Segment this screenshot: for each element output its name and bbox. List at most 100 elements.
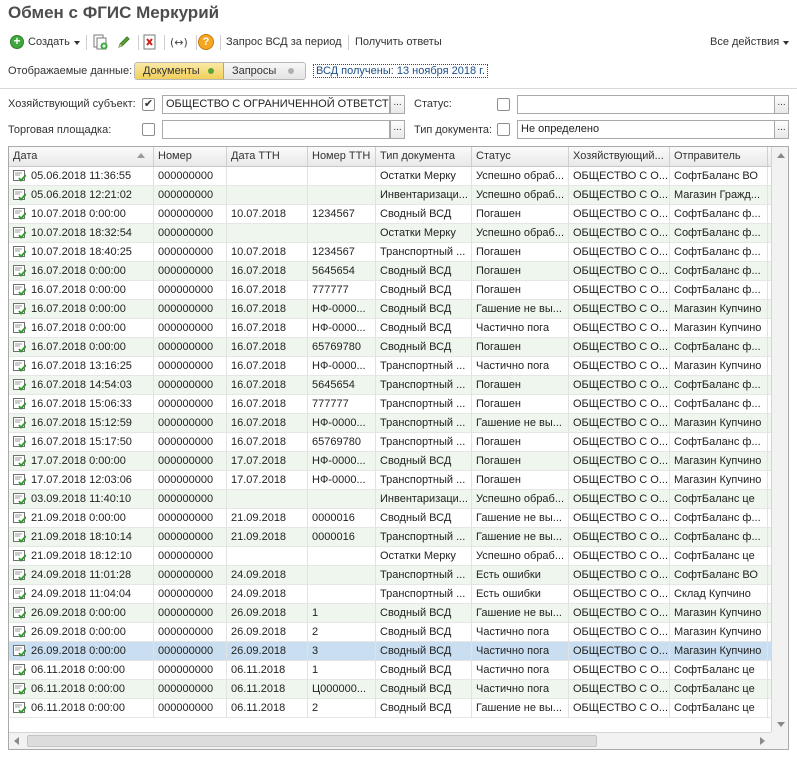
table-row[interactable]: 10.07.2018 18:32:54 000000000 Остатки Мерк… <box>9 224 788 243</box>
status-select-button[interactable]: ... <box>774 95 789 114</box>
status-checkbox[interactable] <box>497 98 510 111</box>
table-row[interactable]: 05.06.2018 11:36:55 000000000 Остатки Мерк… <box>9 167 788 186</box>
header-col-status[interactable]: Статус <box>472 147 569 167</box>
header-col-ttn-date[interactable]: Дата ТТН <box>227 147 308 167</box>
cell-status: Гашение не вы... <box>472 509 569 528</box>
cell-ttn-date <box>227 490 308 509</box>
place-select-button[interactable]: ... <box>390 120 405 139</box>
cell-doc-type: Сводный ВСД <box>376 338 472 357</box>
cell-ttn-number <box>308 566 376 585</box>
doc-type-field[interactable]: Не определено <box>517 120 775 139</box>
header-col-date[interactable]: Дата <box>9 147 154 167</box>
table-row[interactable]: 26.09.2018 0:00:00 000000000 26.09.2018 1 Св… <box>9 604 788 623</box>
cell-doc-type: Инвентаризаци... <box>376 490 472 509</box>
table-row[interactable]: 16.07.2018 15:17:50 000000000 16.07.2018 65… <box>9 433 788 452</box>
swap-button[interactable]: (↔) <box>169 32 187 52</box>
table-row[interactable]: 10.07.2018 0:00:00 000000000 10.07.2018 123… <box>9 205 788 224</box>
cell-subject: ОБЩЕСТВО С О... <box>569 186 670 205</box>
scroll-down-icon[interactable] <box>777 722 785 727</box>
table-row[interactable]: 16.07.2018 15:12:59 000000000 16.07.2018 НФ… <box>9 414 788 433</box>
table-row[interactable]: 16.07.2018 0:00:00 000000000 16.07.2018 НФ-… <box>9 319 788 338</box>
cell-ttn-number: 1234567 <box>308 243 376 262</box>
tab-documents[interactable]: Документы <box>135 63 224 79</box>
cell-ttn-number: 65769780 <box>308 433 376 452</box>
place-field[interactable] <box>162 120 390 139</box>
table-row[interactable]: 21.09.2018 18:10:14 000000000 21.09.2018 00… <box>9 528 788 547</box>
table-row[interactable]: 16.07.2018 0:00:00 000000000 16.07.2018 НФ-… <box>9 300 788 319</box>
edit-button[interactable] <box>116 32 132 52</box>
copy-button[interactable] <box>92 32 108 52</box>
cell-status: Частично пога <box>472 642 569 661</box>
tab-requests[interactable]: Запросы <box>223 63 305 79</box>
header-col-sender[interactable]: Отправитель <box>670 147 768 167</box>
header-col-doc-type[interactable]: Тип документа <box>376 147 472 167</box>
subject-select-button[interactable]: ... <box>390 95 405 114</box>
command-bar: + Создать (↔) ? Запрос ВСД за период Пол… <box>8 32 790 52</box>
table-row[interactable]: 16.07.2018 14:54:03 000000000 16.07.2018 56… <box>9 376 788 395</box>
vertical-scrollbar[interactable] <box>771 147 788 733</box>
table-row[interactable]: 16.07.2018 0:00:00 000000000 16.07.2018 657… <box>9 338 788 357</box>
cell-ttn-date: 16.07.2018 <box>227 395 308 414</box>
table-row[interactable]: 17.07.2018 12:03:06 000000000 17.07.2018 НФ… <box>9 471 788 490</box>
header-col-ttn-number[interactable]: Номер ТТН <box>308 147 376 167</box>
status-label: Статус: <box>414 98 452 110</box>
cell-ttn-number: 65769780 <box>308 338 376 357</box>
cell-subject: ОБЩЕСТВО С О... <box>569 376 670 395</box>
doc-type-label: Тип документа: <box>414 124 493 136</box>
table-row[interactable]: 06.11.2018 0:00:00 000000000 06.11.2018 1 Св… <box>9 661 788 680</box>
cell-sender: СофтБаланс ф... <box>670 509 768 528</box>
table-row[interactable]: 16.07.2018 0:00:00 000000000 16.07.2018 777… <box>9 281 788 300</box>
horizontal-scrollbar[interactable] <box>9 732 771 749</box>
place-checkbox[interactable] <box>142 123 155 136</box>
cell-date: 16.07.2018 15:06:33 <box>9 395 154 414</box>
request-vsd-button[interactable]: Запрос ВСД за период <box>226 32 342 52</box>
scroll-thumb[interactable] <box>27 735 597 747</box>
cell-subject: ОБЩЕСТВО С О... <box>569 566 670 585</box>
toolbar-divider <box>196 35 197 50</box>
scroll-right-icon[interactable] <box>760 737 765 745</box>
table-row[interactable]: 24.09.2018 11:04:04 000000000 24.09.2018 Тр… <box>9 585 788 604</box>
table-row[interactable]: 17.07.2018 0:00:00 000000000 17.07.2018 НФ-… <box>9 452 788 471</box>
table-row[interactable]: 21.09.2018 18:12:10 000000000 Остатки Мерк… <box>9 547 788 566</box>
scroll-left-icon[interactable] <box>14 737 19 745</box>
table-row[interactable]: 05.06.2018 12:21:02 000000000 Инвентаризац… <box>9 186 788 205</box>
cell-sender: СофтБаланс ВО <box>670 167 768 186</box>
table-row[interactable]: 16.07.2018 0:00:00 000000000 16.07.2018 564… <box>9 262 788 281</box>
table-row[interactable]: 16.07.2018 15:06:33 000000000 16.07.2018 77… <box>9 395 788 414</box>
create-button[interactable]: + Создать <box>10 32 80 52</box>
cell-ttn-number: 0000016 <box>308 528 376 547</box>
table-row[interactable]: 24.09.2018 11:01:28 000000000 24.09.2018 Тр… <box>9 566 788 585</box>
cell-sender: СофтБаланс ф... <box>670 224 768 243</box>
table-row[interactable]: 06.11.2018 0:00:00 000000000 06.11.2018 2 Св… <box>9 699 788 718</box>
status-field[interactable] <box>517 95 775 114</box>
delete-button[interactable] <box>142 32 158 52</box>
doc-type-checkbox[interactable] <box>497 123 510 136</box>
cell-ttn-number <box>308 585 376 604</box>
table-row[interactable]: 06.11.2018 0:00:00 000000000 06.11.2018 Ц00… <box>9 680 788 699</box>
cell-number: 000000000 <box>154 414 227 433</box>
subject-field[interactable]: ОБЩЕСТВО С ОГРАНИЧЕННОЙ ОТВЕТСТВЕННОСТЬЮ <box>162 95 390 114</box>
doc-type-select-button[interactable]: ... <box>774 120 789 139</box>
scroll-up-icon[interactable] <box>777 153 785 158</box>
help-button[interactable]: ? <box>198 32 214 52</box>
cell-number: 000000000 <box>154 661 227 680</box>
subject-checkbox[interactable]: ✔ <box>142 98 155 111</box>
table-row[interactable]: 26.09.2018 0:00:00 000000000 26.09.2018 3 Св… <box>9 642 788 661</box>
cell-date: 16.07.2018 14:54:03 <box>9 376 154 395</box>
table-row[interactable]: 16.07.2018 13:16:25 000000000 16.07.2018 НФ… <box>9 357 788 376</box>
vsd-received-link[interactable]: ВСД получены: 13 ноября 2018 г. <box>313 64 488 78</box>
cell-ttn-number: 0000016 <box>308 509 376 528</box>
cell-date: 06.11.2018 0:00:00 <box>9 699 154 718</box>
get-answers-button[interactable]: Получить ответы <box>355 32 442 52</box>
displayed-data-label: Отображаемые данные: <box>8 65 133 77</box>
table-row[interactable]: 10.07.2018 18:40:25 000000000 10.07.2018 12… <box>9 243 788 262</box>
all-actions-button[interactable]: Все действия <box>710 32 790 52</box>
cell-ttn-date: 16.07.2018 <box>227 262 308 281</box>
cell-subject: ОБЩЕСТВО С О... <box>569 357 670 376</box>
table-row[interactable]: 03.09.2018 11:40:10 000000000 Инвентаризац… <box>9 490 788 509</box>
table-row[interactable]: 21.09.2018 0:00:00 000000000 21.09.2018 000… <box>9 509 788 528</box>
cell-ttn-number: Ц000000... <box>308 680 376 699</box>
table-row[interactable]: 26.09.2018 0:00:00 000000000 26.09.2018 2 Св… <box>9 623 788 642</box>
header-col-subject[interactable]: Хозяйствующий... <box>569 147 670 167</box>
header-col-number[interactable]: Номер <box>154 147 227 167</box>
